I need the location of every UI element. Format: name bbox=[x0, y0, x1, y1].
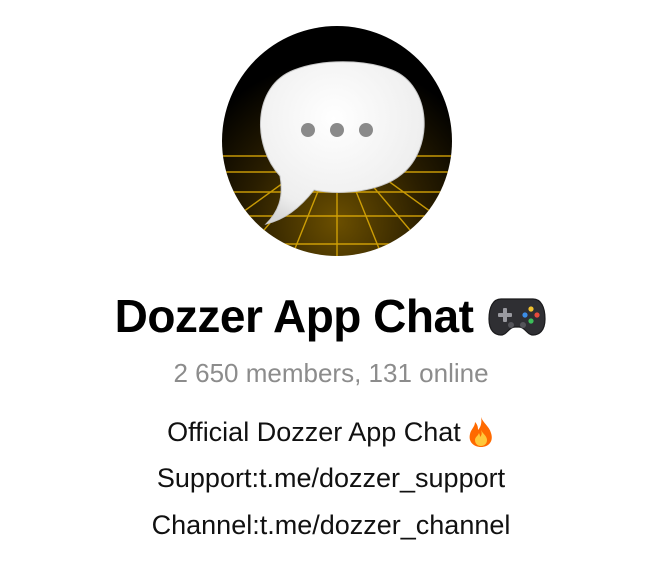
description-line-1: Official Dozzer App Chat bbox=[0, 414, 662, 450]
member-count: 2 650 members, 131 online bbox=[173, 358, 489, 388]
chat-title-row: Dozzer App Chat bbox=[0, 288, 662, 344]
description-line-2: Support: t.me/dozzer_support bbox=[0, 460, 662, 496]
chat-avatar[interactable] bbox=[222, 26, 452, 256]
fire-emoji-icon bbox=[467, 416, 495, 448]
channel-link[interactable]: t.me/dozzer_channel bbox=[260, 507, 511, 543]
description-line-3: Channel: t.me/dozzer_channel bbox=[0, 507, 662, 543]
speech-bubble-ellipsis-icon bbox=[222, 26, 452, 256]
channel-label: Channel: bbox=[151, 510, 260, 540]
chat-title: Dozzer App Chat bbox=[114, 290, 474, 342]
description-text: Official Dozzer App Chat bbox=[167, 417, 461, 447]
support-link[interactable]: t.me/dozzer_support bbox=[259, 460, 505, 496]
gamepad-emoji-icon bbox=[487, 293, 547, 337]
chat-profile-panel: Dozzer App Chat 2 650 members, 131 onlin… bbox=[0, 0, 662, 571]
support-label: Support: bbox=[156, 463, 259, 493]
